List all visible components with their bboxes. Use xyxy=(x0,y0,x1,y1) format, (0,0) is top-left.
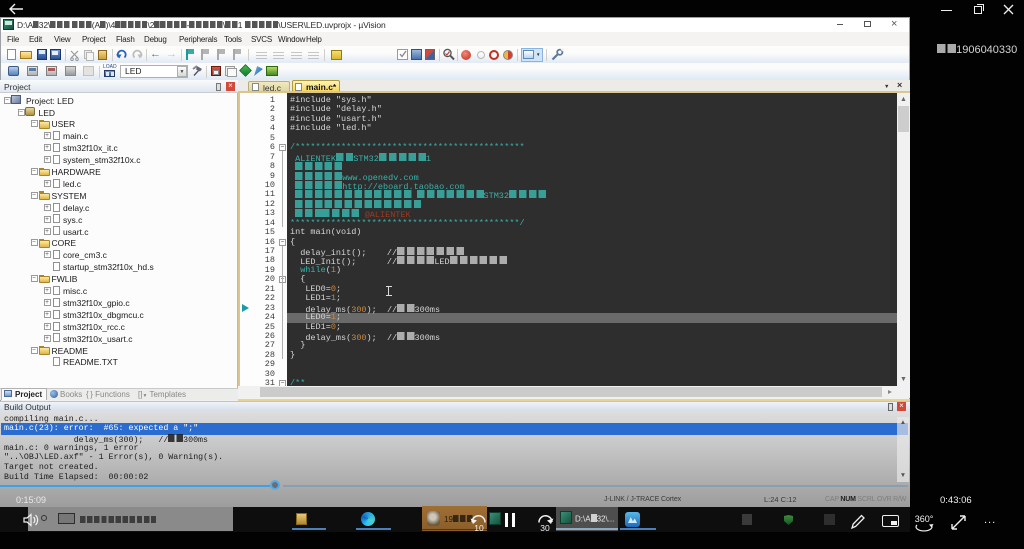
svg-text:360°: 360° xyxy=(915,514,934,524)
svg-text:10: 10 xyxy=(474,523,484,532)
svg-text:30: 30 xyxy=(540,523,550,532)
